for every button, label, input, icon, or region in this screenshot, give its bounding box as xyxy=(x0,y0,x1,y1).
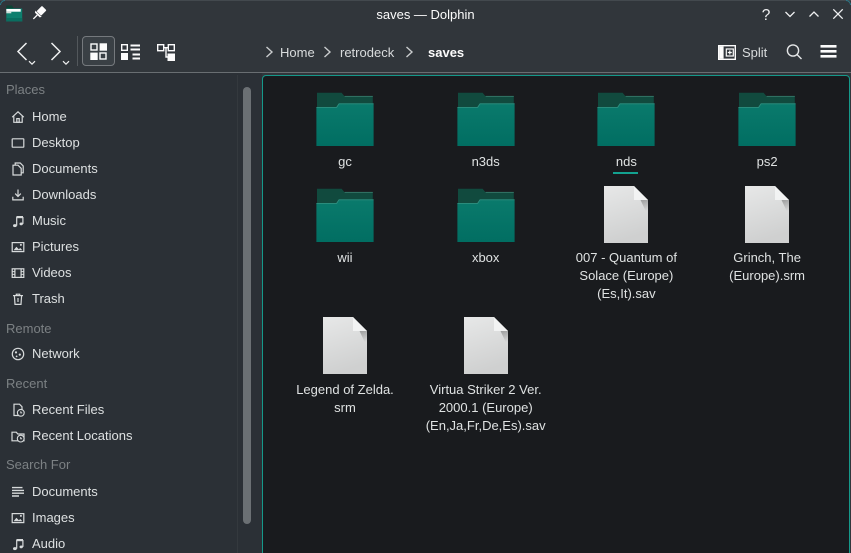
svg-text:?: ? xyxy=(762,7,771,21)
